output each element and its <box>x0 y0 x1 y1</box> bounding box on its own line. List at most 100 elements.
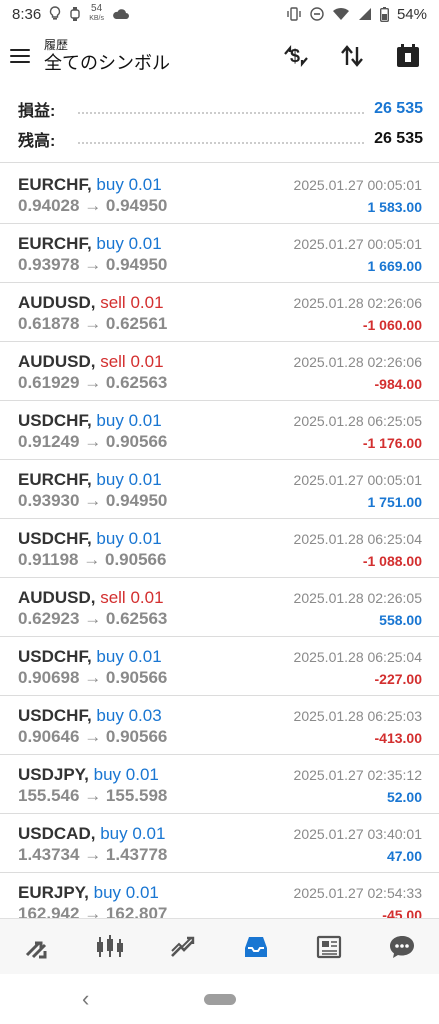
signal-icon <box>358 8 371 20</box>
deal-row[interactable]: USDCHF, buy 0.01 0.91198 → 0.90566 2025.01… <box>0 519 439 578</box>
deal-close-price: 0.94950 <box>105 491 168 510</box>
deal-volume: 0.01 <box>128 411 162 430</box>
deal-row[interactable]: AUDUSD, sell 0.01 0.62923 → 0.62563 2025.0… <box>0 578 439 637</box>
deal-time: 2025.01.27 00:05:01 <box>293 177 422 193</box>
deal-row[interactable]: EURCHF, buy 0.01 0.93930 → 0.94950 2025.01… <box>0 460 439 519</box>
nav-history[interactable] <box>236 927 276 967</box>
deal-side: buy <box>96 411 124 430</box>
deal-volume: 0.01 <box>125 765 159 784</box>
deal-close-price: 0.90566 <box>105 727 168 746</box>
deal-close-price: 0.62561 <box>105 314 168 333</box>
deal-time: 2025.01.27 00:05:01 <box>293 236 422 252</box>
menu-button[interactable] <box>10 44 34 68</box>
deal-time: 2025.01.28 06:25:04 <box>293 531 422 547</box>
nav-news[interactable] <box>309 927 349 967</box>
deal-symbol: USDCHF, <box>18 647 92 666</box>
deal-row[interactable]: USDCHF, buy 0.01 0.90698 → 0.90566 2025.01… <box>0 637 439 696</box>
do-not-disturb-icon <box>310 7 324 21</box>
deal-close-price: 0.62563 <box>105 373 168 392</box>
title-block: 履歴 全てのシンボル <box>44 38 170 74</box>
arrow-right-icon: → <box>84 196 102 215</box>
deal-close-price: 0.90566 <box>105 668 168 687</box>
history-icon <box>245 937 268 957</box>
deal-header: AUDUSD, sell 0.01 <box>18 588 164 608</box>
deal-close-price: 155.598 <box>105 786 168 805</box>
deal-row[interactable]: EURJPY, buy 0.01 162.942 → 162.807 2025.01… <box>0 873 439 918</box>
deal-volume: 0.01 <box>128 175 162 194</box>
deal-row[interactable]: USDCHF, buy 0.03 0.90646 → 0.90566 2025.01… <box>0 696 439 755</box>
deal-volume: 0.01 <box>128 529 162 548</box>
deal-volume: 0.01 <box>132 824 166 843</box>
deal-prices: 0.62923 → 0.62563 <box>18 609 167 629</box>
wifi-icon <box>332 7 349 20</box>
app-bar: 履歴 全てのシンボル $ <box>0 28 439 84</box>
currency-filter-button[interactable]: $ <box>281 41 311 71</box>
deal-time: 2025.01.27 02:35:12 <box>293 767 422 783</box>
menu-icon-bar <box>10 55 30 57</box>
profit-label: 損益: <box>18 103 56 120</box>
nav-quotes[interactable] <box>17 927 57 967</box>
calendar-button[interactable] <box>393 41 423 71</box>
deal-side: buy <box>100 824 128 843</box>
deal-close-price: 0.90566 <box>104 550 167 569</box>
deal-header: USDCAD, buy 0.01 <box>18 824 165 844</box>
deal-symbol: EURCHF, <box>18 234 92 253</box>
profit-value: 26 535 <box>374 100 423 117</box>
deal-side: buy <box>96 706 124 725</box>
deal-header: USDJPY, buy 0.01 <box>18 765 159 785</box>
deal-close-price: 0.62563 <box>105 609 168 628</box>
balance-value: 26 535 <box>374 130 423 147</box>
deal-prices: 0.94028 → 0.94950 <box>18 196 167 216</box>
deal-open-price: 1.43734 <box>18 845 80 864</box>
deal-close-price: 0.94950 <box>105 196 168 215</box>
deal-profit: -45.00 <box>382 907 422 918</box>
calendar-icon <box>397 44 419 67</box>
deal-time: 2025.01.27 00:05:01 <box>293 472 422 488</box>
deal-row[interactable]: USDCAD, buy 0.01 1.43734 → 1.43778 2025.01… <box>0 814 439 873</box>
deal-time: 2025.01.28 02:26:05 <box>293 590 422 606</box>
deal-symbol: EURJPY, <box>18 883 89 902</box>
nav-trade[interactable] <box>163 927 203 967</box>
deal-profit: 1 669.00 <box>367 258 423 274</box>
deal-symbol: USDCHF, <box>18 706 92 725</box>
deals-list[interactable]: EURCHF, buy 0.01 0.94028 → 0.94950 2025.01… <box>0 165 439 918</box>
deal-row[interactable]: USDCHF, buy 0.01 0.91249 → 0.90566 2025.01… <box>0 401 439 460</box>
deal-profit: -1 176.00 <box>362 435 422 451</box>
battery-percent: 54% <box>396 5 427 23</box>
deal-time: 2025.01.27 03:40:01 <box>293 826 422 842</box>
deal-prices: 0.91198 → 0.90566 <box>18 550 166 570</box>
page-title[interactable]: 全てのシンボル <box>44 52 170 74</box>
system-nav-bar: ‹ <box>0 974 439 1024</box>
menu-icon-bar <box>10 49 30 51</box>
sort-button[interactable] <box>337 41 367 71</box>
deal-open-price: 0.93930 <box>18 491 80 510</box>
deal-open-price: 0.61878 <box>18 314 80 333</box>
deal-prices: 0.93930 → 0.94950 <box>18 491 167 511</box>
deal-close-price: 1.43778 <box>105 845 168 864</box>
deal-row[interactable]: AUDUSD, sell 0.01 0.61929 → 0.62563 2025.0… <box>0 342 439 401</box>
deal-prices: 0.61878 → 0.62561 <box>18 314 167 334</box>
deal-volume: 0.01 <box>128 234 162 253</box>
arrow-right-icon: → <box>84 314 102 333</box>
deal-time: 2025.01.28 02:26:06 <box>293 295 422 311</box>
deal-row[interactable]: USDJPY, buy 0.01 155.546 → 155.598 2025.01… <box>0 755 439 814</box>
nav-chat[interactable] <box>382 927 422 967</box>
deal-row[interactable]: EURCHF, buy 0.01 0.94028 → 0.94950 2025.01… <box>0 165 439 224</box>
deal-open-price: 0.94028 <box>18 196 80 215</box>
arrow-right-icon: → <box>84 668 102 687</box>
back-button[interactable]: ‹ <box>82 986 89 1012</box>
deal-open-price: 0.90698 <box>18 668 80 687</box>
deal-row[interactable]: EURCHF, buy 0.01 0.93978 → 0.94950 2025.01… <box>0 224 439 283</box>
deal-profit: -227.00 <box>374 671 422 687</box>
home-button[interactable] <box>204 994 236 1005</box>
balance-label: 残高: <box>18 133 56 150</box>
deal-side: buy <box>96 470 124 489</box>
arrow-right-icon: → <box>84 255 102 274</box>
deal-row[interactable]: AUDUSD, sell 0.01 0.61878 → 0.62561 2025.0… <box>0 283 439 342</box>
currency-exchange-icon: $ <box>284 44 308 68</box>
deal-open-price: 155.546 <box>18 786 80 805</box>
deal-profit: 47.00 <box>386 848 422 864</box>
nav-chart[interactable] <box>90 927 130 967</box>
arrow-right-icon: → <box>84 609 102 628</box>
deal-prices: 155.546 → 155.598 <box>18 786 167 806</box>
